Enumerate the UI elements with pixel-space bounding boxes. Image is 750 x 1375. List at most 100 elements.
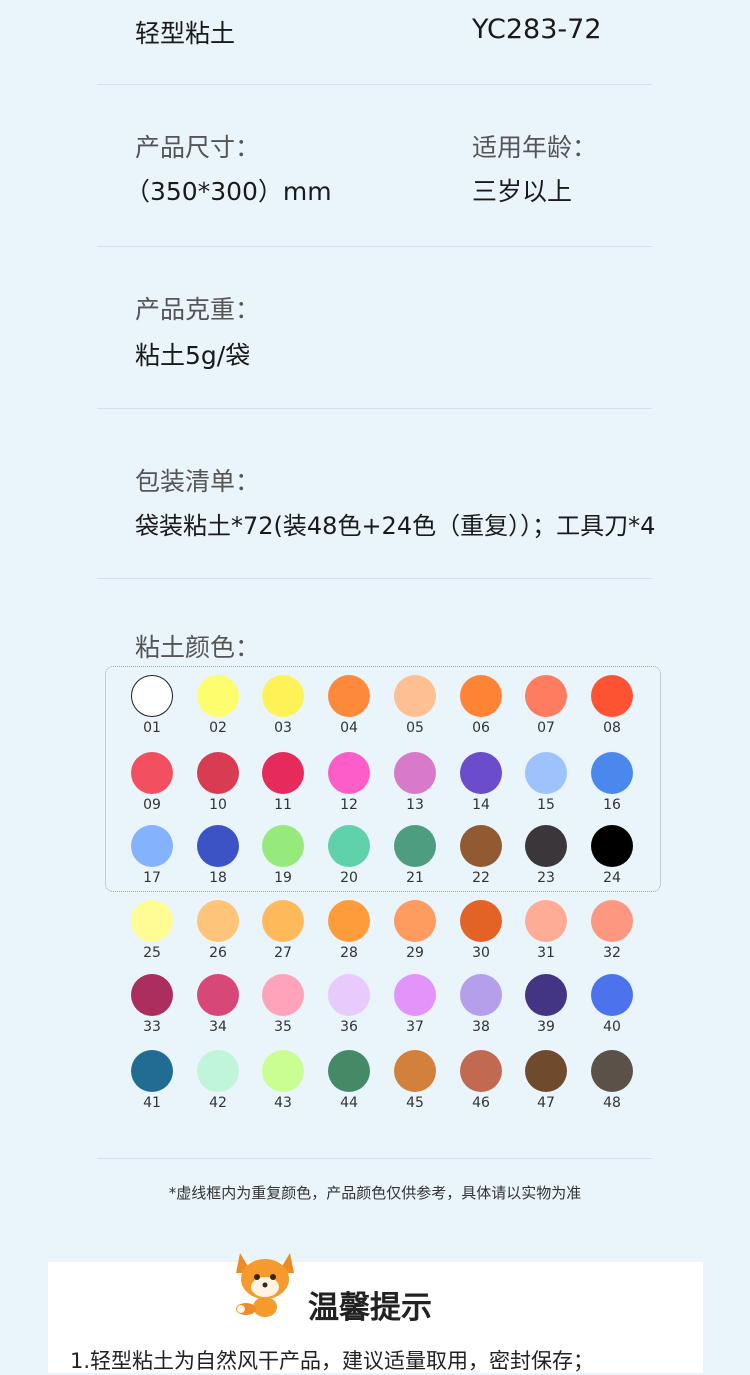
color-swatch [328, 752, 370, 794]
color-swatch [591, 752, 633, 794]
repeat-colors-frame [105, 666, 661, 892]
color-swatch-number: 02 [209, 720, 227, 736]
color-swatch-number: 21 [406, 870, 424, 886]
colors-label: 粘土颜色： [135, 633, 261, 662]
color-swatch [525, 974, 567, 1016]
age-label: 适用年龄： [472, 133, 598, 162]
fox-mascot-icon [236, 1253, 294, 1317]
package-value: 袋装粘土*72(装48色+24色（重复））；工具刀*4 [135, 512, 656, 540]
color-swatch-number: 47 [537, 1095, 555, 1111]
color-swatch-number: 05 [406, 720, 424, 736]
color-swatch-number: 01 [143, 720, 161, 736]
color-swatch-number: 41 [143, 1095, 161, 1111]
color-swatch-number: 34 [209, 1019, 227, 1035]
age-value: 三岁以上 [472, 177, 573, 206]
color-swatch [197, 675, 239, 717]
color-swatch [591, 974, 633, 1016]
color-swatch [394, 974, 436, 1016]
color-swatch [525, 825, 567, 867]
color-swatch-number: 36 [340, 1019, 358, 1035]
divider [97, 578, 652, 579]
color-swatch [525, 752, 567, 794]
color-swatch-number: 28 [340, 945, 358, 961]
color-swatch-number: 29 [406, 945, 424, 961]
color-swatch [394, 900, 436, 942]
color-swatch [131, 1050, 173, 1092]
color-swatch-number: 08 [603, 720, 621, 736]
divider [97, 84, 652, 85]
color-swatch [328, 1050, 370, 1092]
color-swatch [197, 900, 239, 942]
color-swatch-number: 32 [603, 945, 621, 961]
color-swatch [328, 825, 370, 867]
color-swatch [131, 974, 173, 1016]
color-swatch-number: 46 [472, 1095, 490, 1111]
color-swatch-number: 24 [603, 870, 621, 886]
color-swatch [460, 752, 502, 794]
color-swatch-number: 22 [472, 870, 490, 886]
color-swatch-number: 03 [274, 720, 292, 736]
color-swatch [394, 675, 436, 717]
product-model: YC283-72 [472, 14, 602, 45]
color-swatch [460, 900, 502, 942]
color-swatch-number: 25 [143, 945, 161, 961]
color-swatch-number: 27 [274, 945, 292, 961]
color-swatch-number: 23 [537, 870, 555, 886]
color-swatch [394, 1050, 436, 1092]
color-swatch [197, 1050, 239, 1092]
color-swatch [591, 1050, 633, 1092]
color-swatch [460, 974, 502, 1016]
color-swatch-number: 18 [209, 870, 227, 886]
color-swatch-number: 19 [274, 870, 292, 886]
color-swatch [394, 825, 436, 867]
color-swatch-number: 45 [406, 1095, 424, 1111]
color-swatch [328, 675, 370, 717]
color-swatch [131, 675, 173, 717]
color-swatch-number: 07 [537, 720, 555, 736]
weight-label: 产品克重： [135, 295, 261, 324]
color-swatch-number: 13 [406, 797, 424, 813]
color-swatch [131, 752, 173, 794]
color-swatch [460, 825, 502, 867]
color-swatch [262, 825, 304, 867]
color-swatch [328, 974, 370, 1016]
color-swatch [525, 900, 567, 942]
color-swatch-number: 40 [603, 1019, 621, 1035]
tip-item: 1.轻型粘土为自然风干产品，建议适量取用，密封保存； [70, 1349, 595, 1373]
color-swatch-number: 10 [209, 797, 227, 813]
color-swatch [460, 675, 502, 717]
color-swatch-number: 37 [406, 1019, 424, 1035]
color-swatch-number: 12 [340, 797, 358, 813]
color-swatch-number: 20 [340, 870, 358, 886]
color-swatch [394, 752, 436, 794]
color-swatch-number: 30 [472, 945, 490, 961]
divider [97, 1158, 652, 1159]
color-swatch [262, 900, 304, 942]
color-swatch [262, 752, 304, 794]
color-swatch-number: 35 [274, 1019, 292, 1035]
color-swatch [591, 900, 633, 942]
color-swatch-number: 31 [537, 945, 555, 961]
color-swatch-number: 26 [209, 945, 227, 961]
color-swatch [197, 825, 239, 867]
color-swatch-number: 06 [472, 720, 490, 736]
color-swatch [525, 1050, 567, 1092]
color-swatch-number: 16 [603, 797, 621, 813]
size-label: 产品尺寸： [135, 133, 261, 162]
color-swatch-number: 48 [603, 1095, 621, 1111]
color-swatch [460, 1050, 502, 1092]
color-swatch-number: 39 [537, 1019, 555, 1035]
color-swatch-number: 17 [143, 870, 161, 886]
color-swatch-number: 09 [143, 797, 161, 813]
color-note: *虚线框内为重复颜色，产品颜色仅供参考，具体请以实物为准 [168, 1184, 582, 1202]
color-swatch-number: 43 [274, 1095, 292, 1111]
color-swatch-number: 44 [340, 1095, 358, 1111]
color-swatch [131, 825, 173, 867]
color-swatch-number: 42 [209, 1095, 227, 1111]
tips-title: 温馨提示 [308, 1290, 432, 1326]
divider [97, 246, 652, 247]
size-value: （350*300）mm [125, 177, 332, 206]
color-swatch-number: 14 [472, 797, 490, 813]
color-swatch [197, 974, 239, 1016]
color-swatch [262, 974, 304, 1016]
